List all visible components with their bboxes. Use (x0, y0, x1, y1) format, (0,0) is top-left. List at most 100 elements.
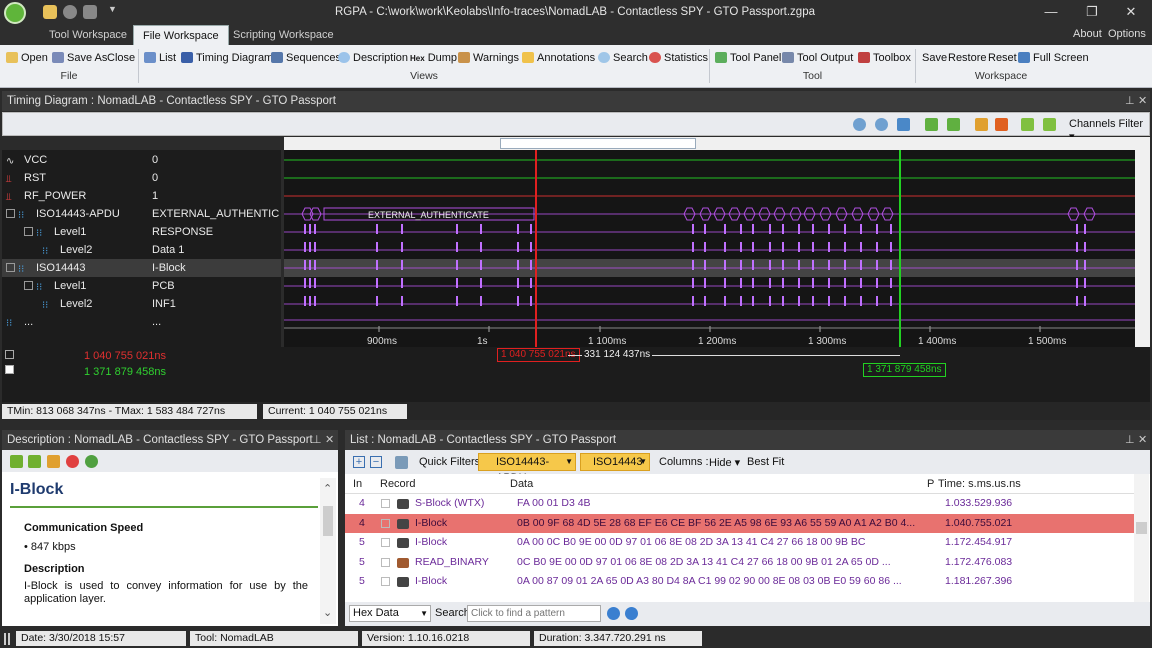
record-icon[interactable] (63, 5, 77, 19)
filter-iso14443[interactable]: ISO14443 ▼ (580, 453, 650, 471)
table-row[interactable]: 5 READ_BINARY 0C B0 9E 00 0D 97 01 06 8E 0… (345, 553, 1135, 573)
dump-button[interactable]: Hex Dump (410, 50, 457, 66)
arrow-left-icon[interactable] (1021, 118, 1034, 131)
about-link[interactable]: About (1073, 28, 1102, 40)
channel-row[interactable]: ∿ VCC 0 (2, 151, 281, 169)
open-folder-icon[interactable] (43, 5, 57, 19)
search-button[interactable]: Search (598, 50, 648, 66)
expand-icon[interactable] (381, 538, 390, 547)
collapse-toggle-icon[interactable] (24, 227, 33, 236)
scroll-down-icon[interactable]: ⌄ (323, 606, 332, 619)
table-row[interactable]: 4 S-Block (WTX) FA 00 01 D3 4B 1.033.529.93… (345, 494, 1135, 514)
channel-row[interactable]: ⁝⁝...... (2, 313, 281, 331)
warnings-button[interactable]: Warnings (458, 50, 519, 66)
pin-icon[interactable]: ⊥ (1125, 430, 1135, 450)
save-as-button[interactable]: Save As (52, 50, 107, 66)
scroll-up-icon[interactable]: ⌃ (323, 482, 332, 495)
channel-row[interactable]: ⁝⁝ ISO14443-APDU EXTERNAL_AUTHENTIC (2, 205, 281, 223)
hand-icon[interactable] (975, 118, 988, 131)
panel-close-icon[interactable]: ✕ (1138, 91, 1147, 111)
full-screen-button[interactable]: Full Screen (1018, 50, 1089, 66)
data-format-dropdown[interactable]: Hex Data ▼ (349, 605, 431, 622)
description-vscroll[interactable]: ⌃ ⌄ (320, 478, 336, 624)
zoom-in-icon[interactable] (853, 118, 866, 131)
back-icon[interactable] (10, 455, 23, 468)
reset-workspace-button[interactable]: Reset (988, 50, 1017, 66)
close-button[interactable]: ✕ (1120, 3, 1142, 21)
restore-workspace-button[interactable]: Restore (948, 50, 987, 66)
channel-row[interactable]: ⁝⁝ Level1 PCB (2, 277, 281, 295)
tool-output-button[interactable]: Tool Output (782, 50, 853, 66)
save-workspace-button[interactable]: Save (922, 50, 947, 66)
best-fit-button[interactable]: Best Fit (747, 456, 784, 468)
timing-vscroll[interactable] (1135, 150, 1150, 347)
minimize-button[interactable]: — (1040, 3, 1062, 21)
search-prev-icon[interactable] (607, 607, 620, 620)
channel-row[interactable]: ⁝⁝ Level1 RESPONSE (2, 223, 281, 241)
stop-icon[interactable] (66, 455, 79, 468)
expand-all-icon[interactable]: + (353, 456, 365, 468)
marker-prev-icon[interactable] (925, 118, 938, 131)
description-button[interactable]: Description (338, 50, 408, 66)
collapse-toggle-icon[interactable] (6, 209, 15, 218)
filter-icon[interactable] (395, 456, 408, 469)
hscroll-thumb[interactable] (500, 138, 696, 149)
zoom-fit-icon[interactable] (897, 118, 910, 131)
expand-icon[interactable] (381, 499, 390, 508)
tool-panel-button[interactable]: Tool Panel (715, 50, 781, 66)
scroll-thumb[interactable] (1136, 522, 1147, 534)
expand-icon[interactable] (381, 518, 390, 528)
home-icon[interactable] (47, 455, 60, 468)
pin-icon[interactable]: ⊥ (312, 430, 322, 450)
scroll-thumb[interactable] (323, 506, 333, 536)
channel-row[interactable]: ⁝⁝ ISO14443 I-Block (2, 259, 281, 277)
marker-next-icon[interactable] (947, 118, 960, 131)
expand-icon[interactable] (381, 577, 390, 586)
collapse-toggle-icon[interactable] (6, 263, 15, 272)
collapse-toggle-icon[interactable] (24, 281, 33, 290)
stop-icon[interactable] (83, 5, 97, 19)
zoom-out-icon[interactable] (875, 118, 888, 131)
forward-icon[interactable] (28, 455, 41, 468)
close-file-button[interactable]: Close (107, 50, 135, 66)
arrow-right-icon[interactable] (1043, 118, 1056, 131)
hide-columns-button[interactable]: Hide ▾ (709, 456, 740, 469)
search-input[interactable] (467, 605, 601, 622)
channel-row[interactable]: ⁝⁝ Level2 INF1 (2, 295, 281, 313)
filter-iso14443-apdu[interactable]: ISO14443-APDU▼ (478, 453, 576, 484)
panel-close-icon[interactable]: ✕ (1138, 430, 1147, 450)
marker2-tag[interactable]: 1 371 879 458ns (863, 363, 946, 377)
channel-row[interactable]: ⫫ RST 0 (2, 169, 281, 187)
table-row[interactable]: 5 I-Block 0A 00 87 09 01 2A 65 0D A3 80 D4… (345, 572, 1135, 592)
pin-icon[interactable]: ⊥ (1125, 91, 1135, 111)
expand-icon[interactable] (381, 557, 390, 567)
refresh-icon[interactable] (85, 455, 98, 468)
collapse-all-icon[interactable]: − (370, 456, 382, 468)
sequences-button[interactable]: Sequences (271, 50, 341, 66)
statistics-button[interactable]: Statistics (649, 50, 708, 66)
col-data[interactable]: Data (510, 474, 533, 494)
restore-button[interactable]: ❐ (1081, 3, 1103, 21)
annotations-button[interactable]: Annotations (522, 50, 595, 66)
search-next-icon[interactable] (625, 607, 638, 620)
marker1-checkbox[interactable] (5, 350, 14, 359)
clear-icon[interactable] (995, 118, 1008, 131)
list-button[interactable]: List (144, 50, 176, 66)
waveform-area[interactable]: EXTERNAL_AUTHENTICATE 900ms 1s 1 100ms 1 200… (284, 150, 1135, 347)
list-vscroll[interactable] (1134, 474, 1149, 602)
open-button[interactable]: Open (6, 50, 48, 66)
qat-menu-icon[interactable]: ▼ (108, 4, 117, 14)
channel-row[interactable]: ⫫ RF_POWER 1 (2, 187, 281, 205)
tab-scripting-workspace[interactable]: Scripting Workspace (224, 25, 343, 45)
col-record[interactable]: Record (380, 474, 415, 494)
col-time[interactable]: Time: s.ms.us.ns (938, 474, 1021, 494)
timing-hscroll[interactable] (284, 137, 1150, 150)
timing-diagram-button[interactable]: Timing Diagram (181, 50, 273, 66)
table-row[interactable]: 5 I-Block 0A 00 0C B0 9E 00 0D 97 01 06 8E… (345, 533, 1135, 553)
table-row[interactable]: 4 I-Block 0B 00 9F 68 4D 5E 28 68 EF E6 CE… (345, 513, 1135, 533)
panel-close-icon[interactable]: ✕ (325, 430, 334, 450)
tab-tool-workspace[interactable]: Tool Workspace (40, 25, 136, 45)
tab-file-workspace[interactable]: File Workspace (133, 25, 229, 45)
marker2-checkbox[interactable] (5, 365, 14, 374)
toolbox-button[interactable]: Toolbox (858, 50, 911, 66)
